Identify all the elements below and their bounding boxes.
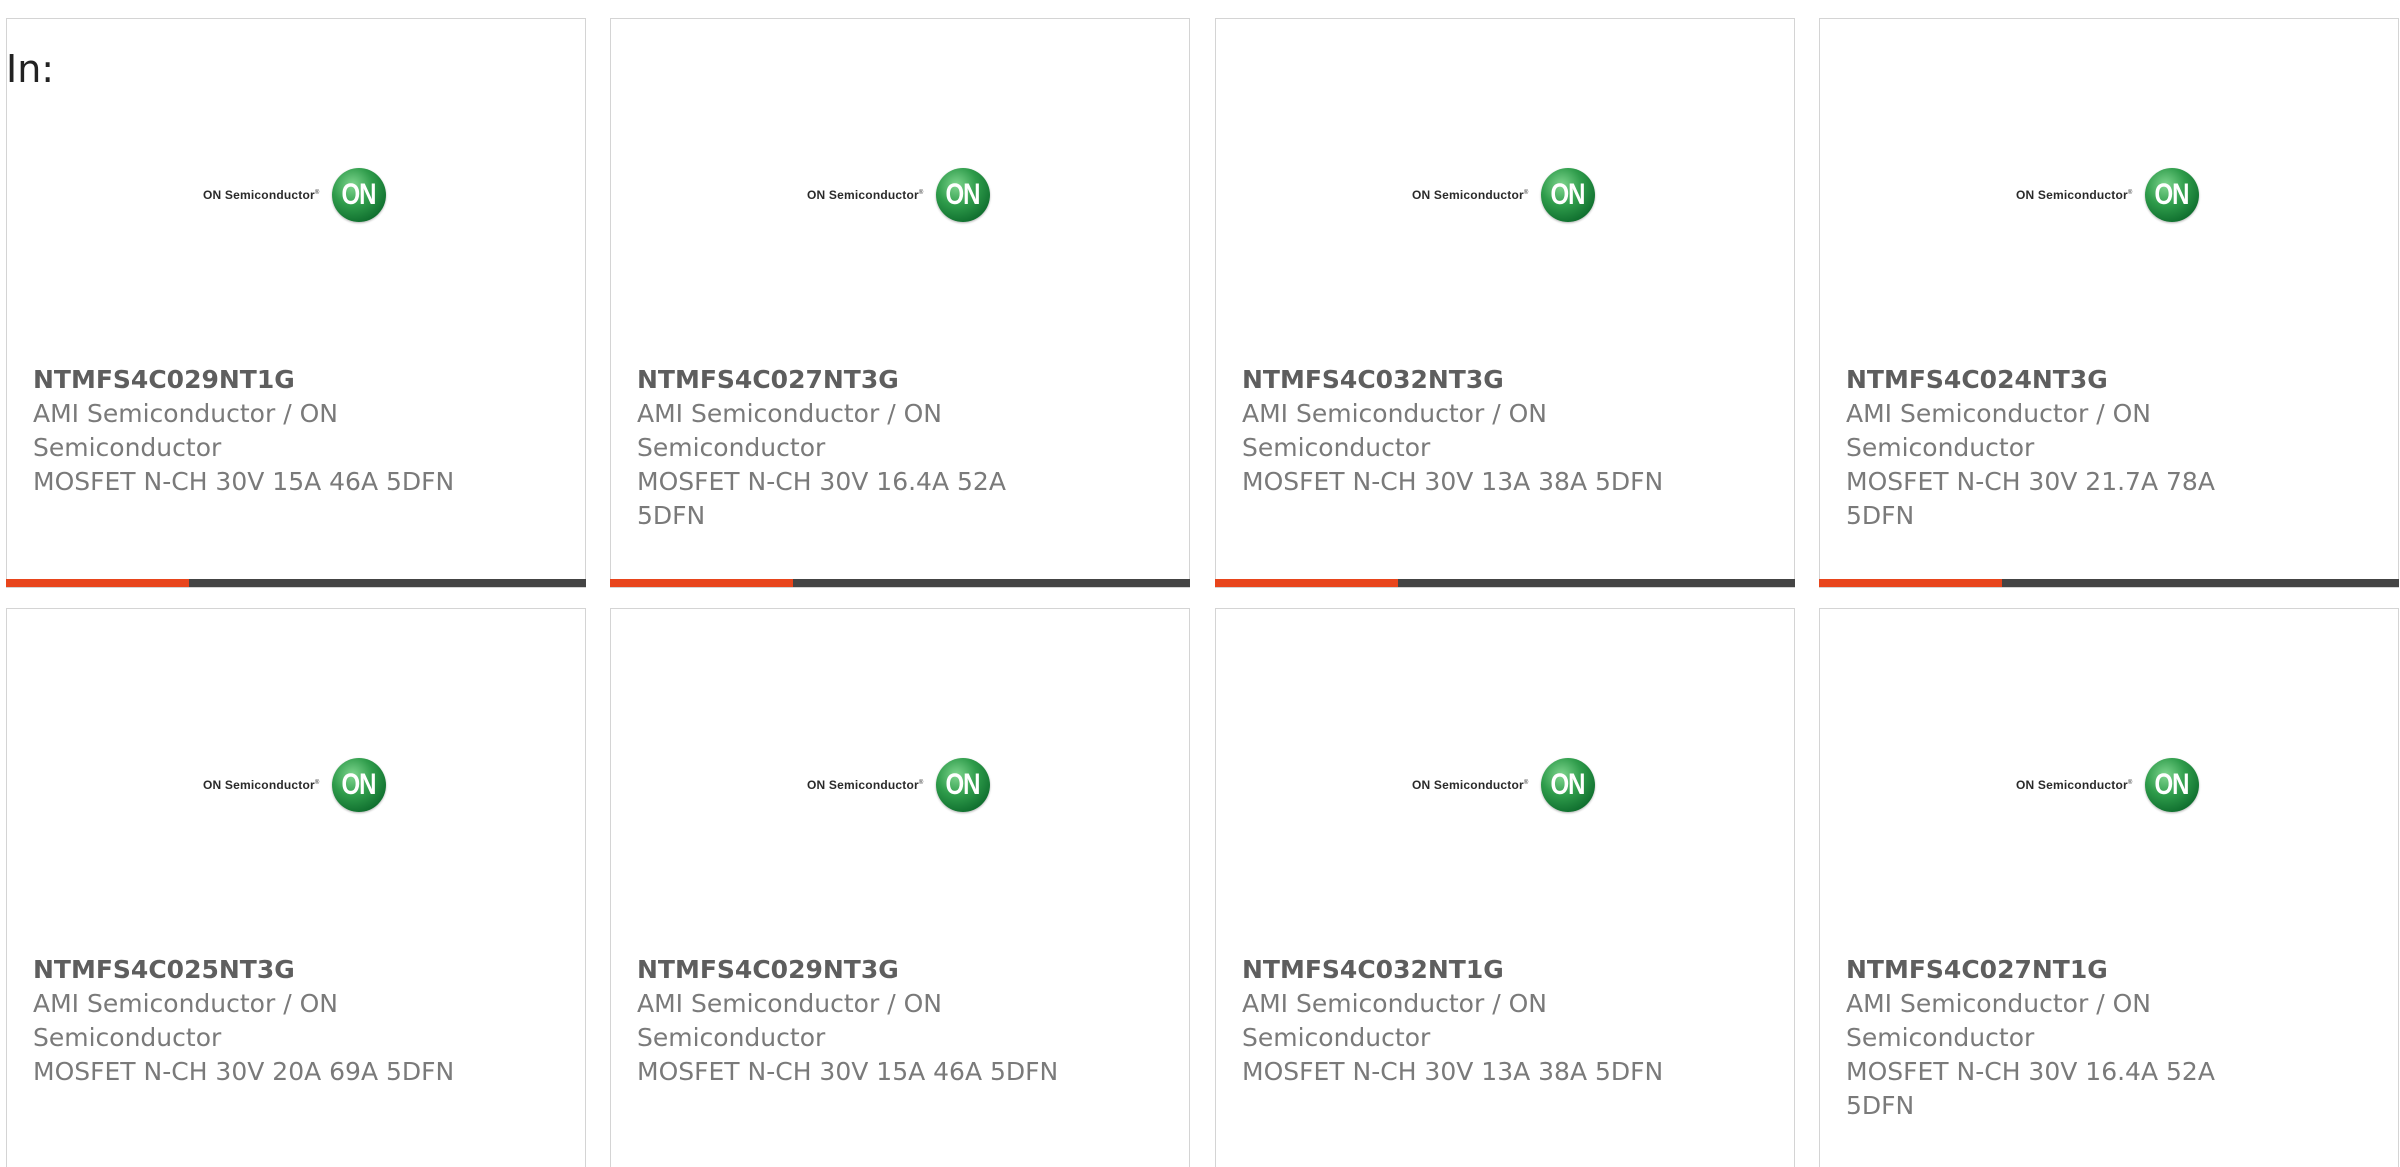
product-card[interactable]: ON Semiconductor® ON NTMFS4C032NT1G AMI …	[1215, 608, 1795, 1167]
product-description: MOSFET N-CH 30V 20A 69A 5DFN	[33, 1057, 455, 1086]
manufacturer-logo: ON Semiconductor® ON	[197, 165, 409, 225]
on-badge-icon: ON	[935, 758, 990, 812]
product-card[interactable]: ON Semiconductor® ON NTMFS4C027NT1G AMI …	[1819, 608, 2399, 1167]
progress-fill	[1215, 579, 1398, 587]
manufacturer-name: AMI Semiconductor / ON Semiconductor	[1846, 399, 2151, 462]
logo-text: ON Semiconductor®	[1412, 778, 1529, 792]
manufacturer-logo: ON Semiconductor® ON	[801, 165, 1013, 225]
on-badge-icon: ON	[331, 758, 386, 812]
manufacturer-name: AMI Semiconductor / ON Semiconductor	[1242, 399, 1547, 462]
manufacturer-name: AMI Semiconductor / ON Semiconductor	[1242, 989, 1547, 1052]
part-number-link[interactable]: NTMFS4C029NT1G	[33, 363, 463, 397]
logo-text: ON Semiconductor®	[1412, 188, 1529, 202]
manufacturer-logo: ON Semiconductor® ON	[1406, 165, 1618, 225]
progress-fill	[610, 579, 793, 587]
progress-fill	[6, 579, 189, 587]
product-card[interactable]: ON Semiconductor® ON NTMFS4C025NT3G AMI …	[6, 608, 586, 1167]
on-badge-icon: ON	[2144, 168, 2199, 222]
on-badge-icon: ON	[1540, 758, 1595, 812]
manufacturer-logo: ON Semiconductor® ON	[2010, 755, 2222, 815]
on-badge-icon: ON	[331, 168, 386, 222]
manufacturer-logo: ON Semiconductor® ON	[2010, 165, 2222, 225]
manufacturer-name: AMI Semiconductor / ON Semiconductor	[33, 399, 338, 462]
manufacturer-logo: ON Semiconductor® ON	[1406, 755, 1618, 815]
manufacturer-logo: ON Semiconductor® ON	[801, 755, 1013, 815]
product-info: NTMFS4C029NT3G AMI Semiconductor / ON Se…	[637, 953, 1067, 1089]
part-number-link[interactable]: NTMFS4C029NT3G	[637, 953, 1067, 987]
product-description: MOSFET N-CH 30V 13A 38A 5DFN	[1242, 1057, 1664, 1086]
on-badge-icon: ON	[2144, 758, 2199, 812]
product-description: MOSFET N-CH 30V 15A 46A 5DFN	[637, 1057, 1059, 1086]
part-number-link[interactable]: NTMFS4C032NT1G	[1242, 953, 1672, 987]
progress-bar	[6, 579, 586, 587]
logo-text: ON Semiconductor®	[807, 778, 924, 792]
product-description: MOSFET N-CH 30V 21.7A 78A 5DFN	[1846, 467, 2215, 530]
product-card[interactable]: ON Semiconductor® ON NTMFS4C027NT3G AMI …	[610, 18, 1190, 588]
part-number-link[interactable]: NTMFS4C025NT3G	[33, 953, 463, 987]
progress-bar	[1819, 579, 2399, 587]
product-info: NTMFS4C027NT3G AMI Semiconductor / ON Se…	[637, 363, 1067, 533]
progress-bar	[610, 579, 1190, 587]
manufacturer-name: AMI Semiconductor / ON Semiconductor	[33, 989, 338, 1052]
product-description: MOSFET N-CH 30V 16.4A 52A 5DFN	[637, 467, 1006, 530]
logo-text: ON Semiconductor®	[807, 188, 924, 202]
progress-fill	[1819, 579, 2002, 587]
manufacturer-name: AMI Semiconductor / ON Semiconductor	[637, 399, 942, 462]
product-info: NTMFS4C032NT1G AMI Semiconductor / ON Se…	[1242, 953, 1672, 1089]
part-number-link[interactable]: NTMFS4C027NT3G	[637, 363, 1067, 397]
on-badge-icon: ON	[935, 168, 990, 222]
logo-text: ON Semiconductor®	[203, 778, 320, 792]
product-info: NTMFS4C025NT3G AMI Semiconductor / ON Se…	[33, 953, 463, 1089]
manufacturer-logo: ON Semiconductor® ON	[197, 755, 409, 815]
product-description: MOSFET N-CH 30V 16.4A 52A 5DFN	[1846, 1057, 2215, 1120]
product-description: MOSFET N-CH 30V 13A 38A 5DFN	[1242, 467, 1664, 496]
product-card[interactable]: ON Semiconductor® ON NTMFS4C024NT3G AMI …	[1819, 18, 2399, 588]
on-badge-icon: ON	[1540, 168, 1595, 222]
manufacturer-name: AMI Semiconductor / ON Semiconductor	[1846, 989, 2151, 1052]
product-card[interactable]: ON Semiconductor® ON NTMFS4C029NT3G AMI …	[610, 608, 1190, 1167]
product-info: NTMFS4C032NT3G AMI Semiconductor / ON Se…	[1242, 363, 1672, 499]
logo-text: ON Semiconductor®	[2016, 778, 2133, 792]
product-card[interactable]: ON Semiconductor® ON NTMFS4C032NT3G AMI …	[1215, 18, 1795, 588]
logo-text: ON Semiconductor®	[2016, 188, 2133, 202]
logo-text: ON Semiconductor®	[203, 188, 320, 202]
manufacturer-name: AMI Semiconductor / ON Semiconductor	[637, 989, 942, 1052]
progress-bar	[1215, 579, 1795, 587]
in-label: In:	[6, 47, 55, 91]
part-number-link[interactable]: NTMFS4C032NT3G	[1242, 363, 1672, 397]
part-number-link[interactable]: NTMFS4C024NT3G	[1846, 363, 2276, 397]
product-description: MOSFET N-CH 30V 15A 46A 5DFN	[33, 467, 455, 496]
product-info: NTMFS4C024NT3G AMI Semiconductor / ON Se…	[1846, 363, 2276, 533]
product-info: NTMFS4C027NT1G AMI Semiconductor / ON Se…	[1846, 953, 2276, 1123]
part-number-link[interactable]: NTMFS4C027NT1G	[1846, 953, 2276, 987]
product-card[interactable]: ON Semiconductor® ON NTMFS4C029NT1G AMI …	[6, 18, 586, 588]
product-grid-page: In: ON Semiconductor® ON NTMFS4C029NT1G …	[0, 0, 2400, 1167]
product-info: NTMFS4C029NT1G AMI Semiconductor / ON Se…	[33, 363, 463, 499]
